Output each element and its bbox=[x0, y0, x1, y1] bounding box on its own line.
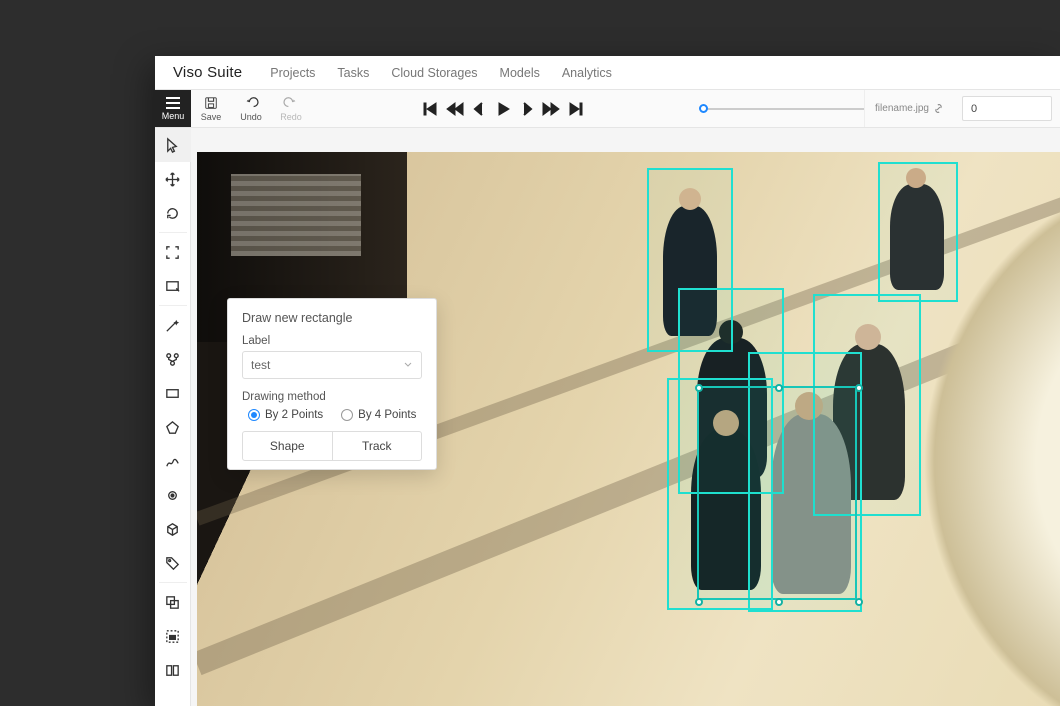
radio-2-points[interactable]: By 2 Points bbox=[248, 409, 323, 421]
split-icon bbox=[164, 662, 181, 679]
radio-4-points[interactable]: By 4 Points bbox=[341, 409, 416, 421]
scene-sign bbox=[231, 174, 361, 256]
fit-icon bbox=[164, 244, 181, 261]
method-caption: Drawing method bbox=[242, 391, 422, 403]
canvas-area[interactable]: 350 Draw new rectangle Label test Drawin… bbox=[191, 128, 1060, 706]
undo-label: Undo bbox=[240, 112, 262, 122]
rotate-tool[interactable] bbox=[155, 196, 191, 230]
bounding-box[interactable] bbox=[878, 162, 958, 302]
region-tool[interactable] bbox=[155, 269, 191, 303]
cursor-tool[interactable] bbox=[155, 128, 191, 162]
undo-button[interactable]: Undo bbox=[231, 90, 271, 127]
ai-tool[interactable] bbox=[155, 342, 191, 376]
cuboid-icon bbox=[164, 521, 181, 538]
nav-tasks[interactable]: Tasks bbox=[337, 66, 369, 80]
label-select-value: test bbox=[251, 358, 270, 372]
label-field-caption: Label bbox=[242, 335, 422, 347]
mask-icon bbox=[164, 628, 181, 645]
redo-label: Redo bbox=[280, 112, 302, 122]
toolbar: Menu Save Undo Redo bbox=[155, 90, 1060, 128]
first-frame-icon[interactable] bbox=[422, 100, 440, 118]
prev-frame-icon[interactable] bbox=[470, 100, 488, 118]
points-icon bbox=[164, 487, 181, 504]
menu-label: Menu bbox=[162, 111, 185, 121]
play-icon[interactable] bbox=[494, 100, 512, 118]
fit-tool[interactable] bbox=[155, 235, 191, 269]
nav-analytics[interactable]: Analytics bbox=[562, 66, 612, 80]
app-window: Viso Suite Projects Tasks Cloud Storages… bbox=[155, 56, 1060, 706]
move-icon bbox=[164, 171, 181, 188]
polygon-icon bbox=[164, 419, 181, 436]
cuboid-tool[interactable] bbox=[155, 512, 191, 546]
magic-wand-tool[interactable] bbox=[155, 308, 191, 342]
ai-icon bbox=[164, 351, 181, 368]
redo-icon bbox=[283, 96, 299, 110]
brand-title: Viso Suite bbox=[173, 64, 242, 81]
resize-handle[interactable] bbox=[855, 598, 863, 606]
cursor-icon bbox=[164, 137, 181, 154]
polyline-tool[interactable] bbox=[155, 444, 191, 478]
save-icon bbox=[203, 96, 219, 110]
panel-title: Draw new rectangle bbox=[242, 311, 422, 325]
radio-label: By 2 Points bbox=[265, 409, 323, 421]
forward-icon[interactable] bbox=[542, 100, 560, 118]
move-tool[interactable] bbox=[155, 162, 191, 196]
next-frame-icon[interactable] bbox=[518, 100, 536, 118]
polyline-icon bbox=[164, 453, 181, 470]
save-button[interactable]: Save bbox=[191, 90, 231, 127]
frame-number-input[interactable]: 0 bbox=[962, 96, 1052, 121]
bounding-box[interactable] bbox=[667, 378, 773, 610]
link-icon[interactable] bbox=[933, 103, 944, 114]
polygon-tool[interactable] bbox=[155, 410, 191, 444]
resize-handle[interactable] bbox=[775, 598, 783, 606]
rewind-icon[interactable] bbox=[446, 100, 464, 118]
nav-cloud-storages[interactable]: Cloud Storages bbox=[391, 66, 477, 80]
tool-sidebar bbox=[155, 128, 191, 706]
shape-button[interactable]: Shape bbox=[243, 432, 332, 460]
filename-display: filename.jpg bbox=[864, 90, 954, 127]
rotate-icon bbox=[164, 205, 181, 222]
frame-player bbox=[311, 90, 694, 127]
undo-icon bbox=[243, 96, 259, 110]
track-button[interactable]: Track bbox=[332, 432, 422, 460]
resize-handle[interactable] bbox=[855, 384, 863, 392]
label-select[interactable]: test bbox=[242, 351, 422, 379]
rectangle-icon bbox=[164, 385, 181, 402]
frame-number-value: 0 bbox=[971, 103, 977, 115]
tag-icon bbox=[164, 555, 181, 572]
group-tool[interactable] bbox=[155, 585, 191, 619]
header-nav: Viso Suite Projects Tasks Cloud Storages… bbox=[155, 56, 1060, 90]
resize-handle[interactable] bbox=[775, 384, 783, 392]
split-tool[interactable] bbox=[155, 653, 191, 687]
radio-icon bbox=[248, 409, 260, 421]
menu-button[interactable]: Menu bbox=[155, 90, 191, 127]
timeline-slider[interactable] bbox=[694, 90, 864, 127]
last-frame-icon[interactable] bbox=[566, 100, 584, 118]
nav-projects[interactable]: Projects bbox=[270, 66, 315, 80]
mask-tool[interactable] bbox=[155, 619, 191, 653]
radio-icon bbox=[341, 409, 353, 421]
radio-label: By 4 Points bbox=[358, 409, 416, 421]
chevron-down-icon bbox=[403, 360, 413, 370]
tag-tool[interactable] bbox=[155, 546, 191, 580]
workspace: 350 Draw new rectangle Label test Drawin… bbox=[155, 128, 1060, 706]
rectangle-tool[interactable] bbox=[155, 376, 191, 410]
draw-rectangle-panel: Draw new rectangle Label test Drawing me… bbox=[227, 298, 437, 470]
magic-wand-icon bbox=[164, 317, 181, 334]
group-icon bbox=[164, 594, 181, 611]
timeline-handle-icon[interactable] bbox=[699, 104, 708, 113]
filename-text: filename.jpg bbox=[875, 103, 929, 114]
nav-models[interactable]: Models bbox=[500, 66, 540, 80]
region-icon bbox=[164, 278, 181, 295]
hamburger-icon bbox=[166, 97, 180, 109]
redo-button[interactable]: Redo bbox=[271, 90, 311, 127]
points-tool[interactable] bbox=[155, 478, 191, 512]
save-label: Save bbox=[201, 112, 222, 122]
